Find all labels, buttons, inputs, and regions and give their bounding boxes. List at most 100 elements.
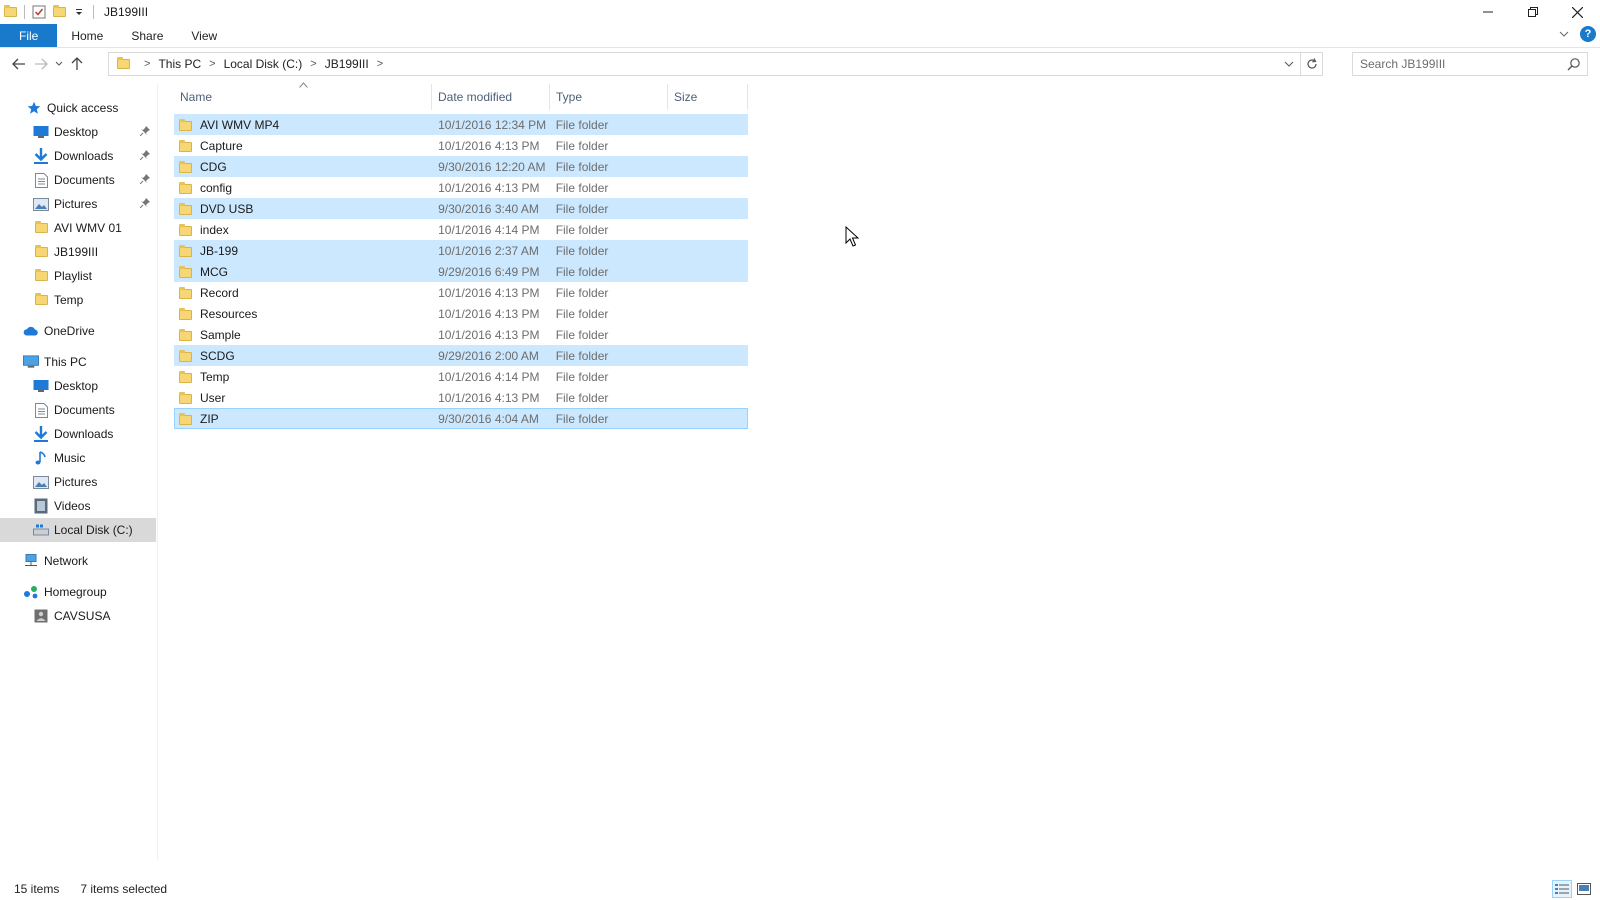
pin-icon[interactable] (140, 174, 150, 184)
file-row[interactable]: User 10/1/2016 4:13 PM File folder (174, 387, 748, 408)
sort-ascending-icon (299, 82, 308, 88)
file-row[interactable]: Resources 10/1/2016 4:13 PM File folder (174, 303, 748, 324)
file-row[interactable]: DVD USB 9/30/2016 3:40 AM File folder (174, 198, 748, 219)
customize-qat-icon[interactable] (71, 4, 87, 20)
minimize-button[interactable] (1465, 0, 1510, 24)
column-header-size[interactable]: Size (668, 84, 748, 110)
file-row[interactable]: CDG 9/30/2016 12:20 AM File folder (174, 156, 748, 177)
file-type: File folder (555, 159, 609, 174)
address-history-button[interactable] (1278, 53, 1300, 75)
nav-label: AVI WMV 01 (54, 221, 122, 235)
nav-quick-desktop[interactable]: Desktop (0, 120, 156, 144)
new-folder-icon[interactable] (51, 4, 67, 20)
download-icon (33, 148, 49, 164)
nav-pc-desktop[interactable]: Desktop (0, 374, 156, 398)
nav-onedrive[interactable]: OneDrive (0, 319, 156, 343)
nav-label: Downloads (54, 427, 114, 441)
nav-label: Videos (54, 499, 91, 513)
file-name: ZIP (200, 411, 219, 426)
file-name: User (200, 390, 226, 405)
nav-quick-avi-wmv-01[interactable]: AVI WMV 01 (0, 216, 156, 240)
pin-icon[interactable] (140, 126, 150, 136)
address-bar[interactable]: > This PC > Local Disk (C:) > JB199III > (108, 52, 1323, 76)
file-list-pane: Name Date modified Type Size AVI WMV MP4… (160, 82, 1600, 860)
file-row[interactable]: AVI WMV MP4 10/1/2016 12:34 PM File folder (174, 114, 748, 135)
folder-icon (179, 371, 192, 383)
file-row[interactable]: config 10/1/2016 4:13 PM File folder (174, 177, 748, 198)
tab-home[interactable]: Home (57, 24, 117, 47)
breadcrumb-local-disk[interactable]: Local Disk (C:) (224, 57, 303, 71)
file-row[interactable]: JB-199 10/1/2016 2:37 AM File folder (174, 240, 748, 261)
nav-network[interactable]: Network (0, 549, 156, 573)
folder-icon (179, 140, 192, 152)
recent-locations-button[interactable] (52, 53, 66, 75)
file-row[interactable]: ZIP 9/30/2016 4:04 AM File folder (174, 408, 748, 429)
large-icons-view-button[interactable] (1574, 880, 1594, 898)
nav-quick-temp[interactable]: Temp (0, 288, 156, 312)
tab-share[interactable]: Share (117, 24, 177, 47)
nav-label: Pictures (54, 475, 98, 489)
pin-icon[interactable] (140, 198, 150, 208)
folder-icon (179, 161, 192, 173)
refresh-button[interactable] (1300, 53, 1322, 75)
nav-pc-local-disk[interactable]: Local Disk (C:) (0, 518, 156, 542)
nav-label: Playlist (54, 269, 93, 283)
file-date-modified: 9/30/2016 4:04 AM (438, 411, 539, 426)
file-name-cell: CDG (175, 160, 432, 174)
nav-pc-music[interactable]: Music (0, 446, 156, 470)
pin-icon[interactable] (140, 150, 150, 160)
nav-quick-access[interactable]: Quick access (0, 96, 156, 120)
minimize-icon (1482, 11, 1493, 13)
forward-button[interactable] (30, 53, 52, 75)
column-header-date-modified[interactable]: Date modified (432, 84, 550, 110)
search-icon[interactable] (1567, 57, 1581, 71)
tab-view[interactable]: View (177, 24, 231, 47)
nav-pc-downloads[interactable]: Downloads (0, 422, 156, 446)
status-bar: 15 items 7 items selected (0, 878, 1600, 900)
breadcrumb-separator: > (376, 58, 384, 70)
mouse-cursor-icon (845, 226, 859, 247)
file-type: File folder (555, 369, 609, 384)
expand-ribbon-icon[interactable] (1558, 28, 1570, 40)
help-icon[interactable]: ? (1580, 26, 1596, 42)
window-title: JB199III (104, 5, 149, 19)
breadcrumb-this-pc[interactable]: This PC (158, 57, 201, 71)
ribbon-right-controls: ? (1558, 26, 1596, 42)
search-box[interactable] (1352, 52, 1588, 76)
tab-file[interactable]: File (0, 24, 58, 47)
up-button[interactable] (66, 53, 88, 75)
nav-quick-jb199iii[interactable]: JB199III (0, 240, 156, 264)
file-row[interactable]: index 10/1/2016 4:14 PM File folder (174, 219, 748, 240)
search-input[interactable] (1360, 57, 1560, 71)
properties-icon[interactable] (31, 4, 47, 20)
file-type: File folder (555, 306, 609, 321)
file-name: Temp (200, 369, 230, 384)
nav-quick-documents[interactable]: Documents (0, 168, 156, 192)
close-button[interactable] (1555, 0, 1600, 24)
nav-homegroup[interactable]: Homegroup (0, 580, 156, 604)
column-header-type[interactable]: Type (550, 84, 668, 110)
file-row[interactable]: Record 10/1/2016 4:13 PM File folder (174, 282, 748, 303)
file-row[interactable]: Sample 10/1/2016 4:13 PM File folder (174, 324, 748, 345)
nav-quick-playlist[interactable]: Playlist (0, 264, 156, 288)
nav-pc-pictures[interactable]: Pictures (0, 470, 156, 494)
restore-button[interactable] (1510, 0, 1555, 24)
nav-pc-videos[interactable]: Videos (0, 494, 156, 518)
folder-icon (179, 224, 192, 236)
pictures-icon (33, 474, 49, 490)
nav-homegroup-cavsusa[interactable]: CAVSUSA (0, 604, 156, 628)
nav-this-pc[interactable]: This PC (0, 350, 156, 374)
nav-pc-documents[interactable]: Documents (0, 398, 156, 422)
details-view-button[interactable] (1552, 880, 1572, 898)
nav-quick-downloads[interactable]: Downloads (0, 144, 156, 168)
nav-quick-pictures[interactable]: Pictures (0, 192, 156, 216)
music-icon (33, 450, 49, 466)
column-header-name[interactable]: Name (174, 82, 432, 110)
file-row[interactable]: MCG 9/29/2016 6:49 PM File folder (174, 261, 748, 282)
file-row[interactable]: Temp 10/1/2016 4:14 PM File folder (174, 366, 748, 387)
file-row[interactable]: SCDG 9/29/2016 2:00 AM File folder (174, 345, 748, 366)
folder-icon (2, 4, 18, 20)
breadcrumb-jb199iii[interactable]: JB199III (325, 57, 369, 71)
back-button[interactable] (8, 53, 30, 75)
file-row[interactable]: Capture 10/1/2016 4:13 PM File folder (174, 135, 748, 156)
